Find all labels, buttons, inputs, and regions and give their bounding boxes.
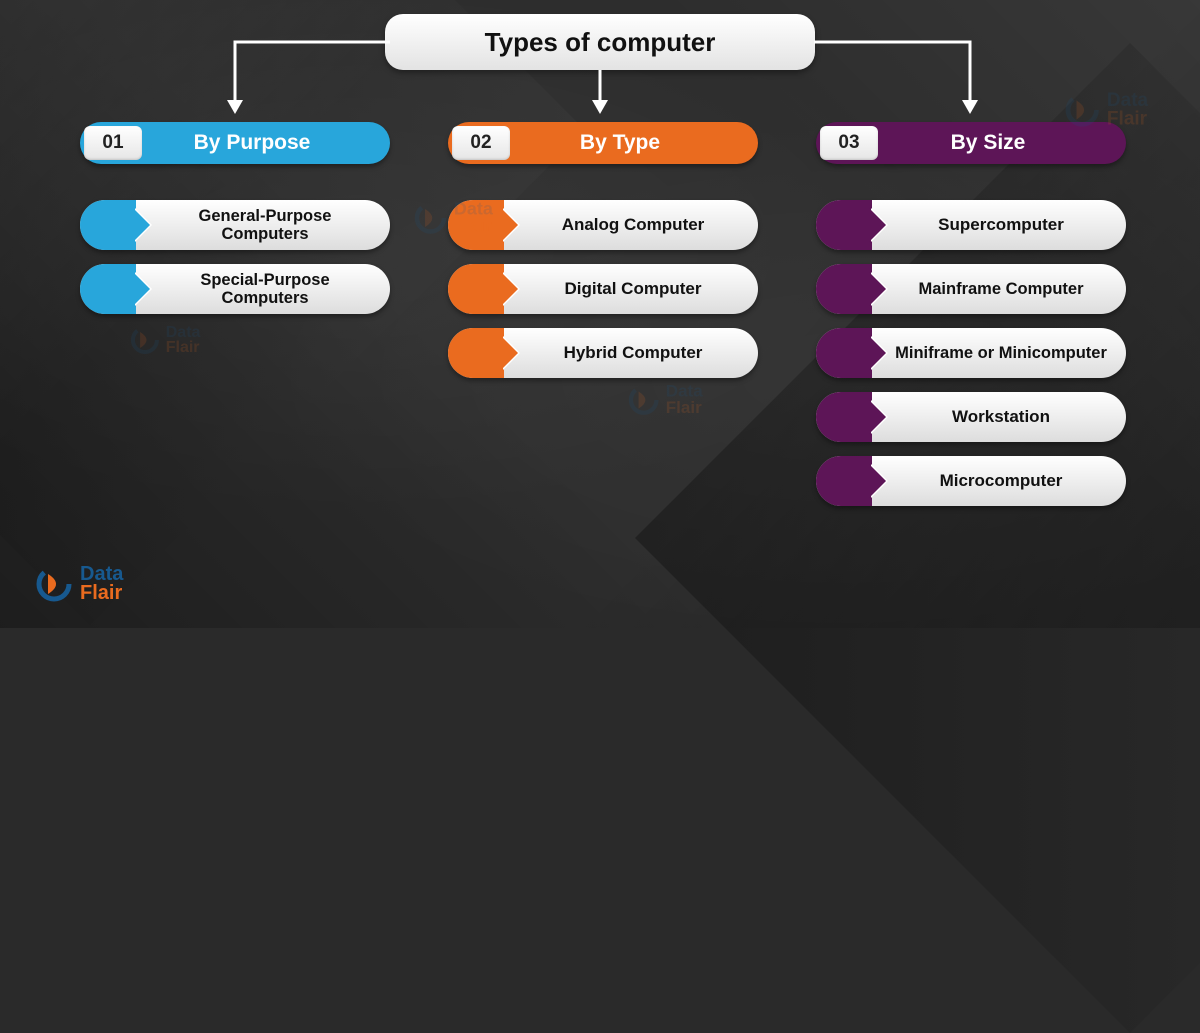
list-item: Microcomputer (816, 456, 1126, 506)
category-label: By Size (878, 131, 1126, 155)
item-label: Digital Computer (504, 279, 758, 298)
dataflair-logo: Data Flair (34, 564, 123, 604)
list-item: Mainframe Computer (816, 264, 1126, 314)
list-item: Special-Purpose Computers (80, 264, 390, 314)
list-item: Miniframe or Minicomputer (816, 328, 1126, 378)
bullet-icon (448, 264, 504, 314)
category-number: 03 (820, 126, 878, 160)
list-item: Analog Computer (448, 200, 758, 250)
watermark-icon: DataFlair (627, 383, 703, 417)
item-label: Microcomputer (872, 471, 1126, 490)
bullet-icon (816, 328, 872, 378)
bullet-icon (448, 328, 504, 378)
item-label: Miniframe or Minicomputer (872, 344, 1126, 362)
item-label: General-Purpose Computers (136, 207, 390, 244)
logo-text-2: Flair (80, 584, 123, 603)
watermark-icon: DataFlair (412, 200, 492, 236)
item-label: Analog Computer (504, 215, 758, 234)
category-label: By Type (510, 131, 758, 155)
category-label: By Purpose (142, 131, 390, 155)
list-item: Supercomputer (816, 200, 1126, 250)
category-by-size: 03 By Size Supercomputer Mainframe Compu… (816, 122, 1126, 520)
diagram-stage: Types of computer 01 By Purpose General-… (0, 0, 1200, 628)
item-label: Hybrid Computer (504, 343, 758, 362)
category-by-purpose: 01 By Purpose General-Purpose Computers … (80, 122, 390, 328)
bullet-icon (816, 392, 872, 442)
bullet-icon (816, 264, 872, 314)
diagram-title: Types of computer (385, 14, 815, 70)
item-label: Supercomputer (872, 215, 1126, 234)
bullet-icon (816, 200, 872, 250)
list-item: Workstation (816, 392, 1126, 442)
category-header-type: 02 By Type (448, 122, 758, 164)
category-by-type: 02 By Type Analog Computer Digital Compu… (448, 122, 758, 392)
list-item: Digital Computer (448, 264, 758, 314)
watermark-icon: DataFlair (1063, 91, 1148, 129)
list-item: Hybrid Computer (448, 328, 758, 378)
item-label: Workstation (872, 407, 1126, 426)
item-label: Special-Purpose Computers (136, 271, 390, 308)
bullet-icon (80, 200, 136, 250)
item-label: Mainframe Computer (872, 280, 1126, 298)
category-number: 01 (84, 126, 142, 160)
category-header-purpose: 01 By Purpose (80, 122, 390, 164)
watermark-icon: DataFlair (129, 324, 200, 356)
logo-icon (34, 564, 74, 604)
bullet-icon (80, 264, 136, 314)
bullet-icon (816, 456, 872, 506)
category-number: 02 (452, 126, 510, 160)
list-item: General-Purpose Computers (80, 200, 390, 250)
